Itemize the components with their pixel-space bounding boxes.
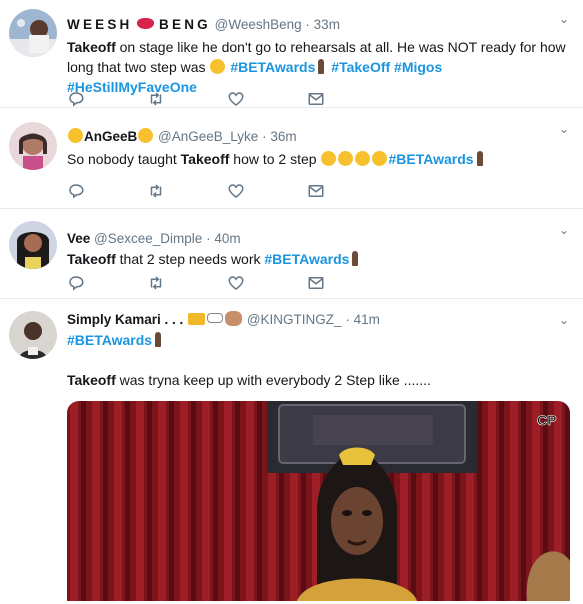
chevron-down-icon[interactable]: ⌄ — [559, 122, 569, 136]
like-button[interactable] — [227, 182, 307, 200]
tweet[interactable]: ⌄ Vee @Sexcee_Dimple · 40m Takeoff that … — [0, 209, 583, 299]
timestamp[interactable]: 36m — [270, 129, 296, 144]
tweet-text: Takeoff that 2 step needs work #BETAward… — [67, 249, 569, 269]
heart-icon — [228, 92, 244, 106]
heart-icon — [228, 184, 244, 198]
message-button[interactable] — [307, 90, 387, 108]
user-handle[interactable]: @Sexcee_Dimple — [94, 231, 202, 246]
hashtag-link[interactable]: #BETAwards — [230, 59, 315, 75]
tweet-text-body: So nobody taught — [67, 151, 181, 167]
display-name[interactable]: Simply Kamari . . . — [67, 312, 183, 327]
like-button[interactable] — [227, 90, 307, 108]
avatar[interactable] — [9, 311, 57, 359]
retweet-button[interactable] — [147, 182, 227, 200]
retweet-icon — [150, 184, 162, 198]
tweet-actions — [67, 273, 387, 293]
retweet-icon — [150, 92, 162, 106]
tweet-header: AnGeeB @AnGeeB_Lyke · 36m — [67, 108, 569, 146]
microphone-emoji-icon — [318, 59, 325, 74]
tweet-header: Simply Kamari . . . @KINGTINGZ_ · 41m — [67, 299, 569, 329]
tweet-text: So nobody taught Takeoff how to 2 step #… — [67, 149, 569, 169]
chevron-down-icon[interactable]: ⌄ — [559, 313, 569, 327]
envelope-icon — [308, 185, 324, 197]
user-handle[interactable]: @WeeshBeng — [215, 17, 302, 32]
chevron-down-icon[interactable]: ⌄ — [559, 223, 569, 237]
tweet-actions — [67, 181, 387, 201]
hashtag-link[interactable]: #BETAwards — [388, 151, 473, 167]
tweet[interactable]: ⌄ AnGeeB @AnGeeB_Lyke · 36m So nobody ta… — [0, 108, 583, 209]
message-button[interactable] — [307, 274, 387, 292]
envelope-icon — [308, 277, 324, 289]
tweet-media-image[interactable]: CP — [67, 401, 570, 601]
keyword: Takeoff — [180, 151, 230, 167]
media-watermark: CP — [537, 412, 556, 428]
reply-icon — [69, 276, 84, 291]
reply-button[interactable] — [67, 90, 147, 108]
microphone-emoji-icon — [476, 151, 483, 166]
weary-face-emoji-icon — [210, 59, 226, 74]
separator-dot: · — [305, 17, 310, 32]
kissing-face-emoji-icon — [138, 128, 154, 143]
message-button[interactable] — [307, 182, 387, 200]
timestamp[interactable]: 40m — [214, 231, 240, 246]
avatar[interactable] — [9, 221, 57, 269]
display-name-suffix[interactable]: BENG — [159, 17, 211, 32]
hashtag-link[interactable]: #BETAwards — [67, 332, 152, 348]
display-name[interactable]: Vee — [67, 231, 90, 246]
retweet-button[interactable] — [147, 274, 227, 292]
separator-dot: · — [262, 129, 267, 144]
reply-button[interactable] — [67, 182, 147, 200]
reply-button[interactable] — [67, 274, 147, 292]
separator-dot: · — [206, 231, 211, 246]
keyword: Takeoff — [67, 372, 116, 388]
tweet-header: WEESH BENG @WeeshBeng · 33m — [67, 0, 569, 34]
tweet-text: #BETAwards — [67, 330, 569, 350]
laughing-face-emoji-icon — [372, 151, 388, 166]
chevron-down-icon[interactable]: ⌄ — [559, 12, 569, 26]
reply-icon — [69, 184, 84, 199]
envelope-icon — [308, 93, 324, 105]
crown-emoji-icon — [188, 313, 206, 325]
retweet-icon — [150, 276, 162, 290]
eyes-emoji-icon — [207, 313, 224, 323]
keyword: Takeoff — [67, 251, 116, 267]
lips-emoji-icon — [137, 18, 155, 29]
user-handle[interactable]: @AnGeeB_Lyke — [158, 129, 258, 144]
hashtag-link[interactable]: #Migos — [394, 59, 442, 75]
tweet-text-body: how to 2 step — [229, 151, 321, 167]
display-name[interactable]: WEESH — [67, 17, 133, 32]
laughing-face-emoji-icon — [338, 151, 354, 166]
timestamp[interactable]: 41m — [354, 312, 380, 327]
keyword: Takeoff — [67, 39, 116, 55]
microphone-emoji-icon — [155, 332, 162, 347]
tweet-text-body: on stage like he don't go to rehearsals … — [67, 39, 566, 75]
clapping-hands-emoji-icon — [225, 311, 243, 326]
tweet-text-body: was tryna keep up with everybody 2 Step … — [115, 372, 431, 388]
tweet-media-picture: CP — [67, 401, 570, 601]
hashtag-link[interactable]: #TakeOff — [331, 59, 390, 75]
kissing-face-emoji-icon — [68, 128, 83, 143]
like-button[interactable] — [227, 274, 307, 292]
timestamp[interactable]: 33m — [314, 17, 340, 32]
heart-icon — [228, 276, 244, 290]
tweet-header: Vee @Sexcee_Dimple · 40m — [67, 209, 569, 248]
retweet-button[interactable] — [147, 90, 227, 108]
laughing-face-emoji-icon — [355, 151, 371, 166]
hashtag-link[interactable]: #BETAwards — [264, 251, 349, 267]
separator-dot: · — [345, 312, 350, 327]
avatar[interactable] — [9, 122, 57, 170]
microphone-emoji-icon — [352, 251, 359, 266]
display-name[interactable]: AnGeeB — [84, 129, 137, 144]
tweet[interactable]: ⌄ WEESH BENG @WeeshBeng · 33m Takeoff on… — [0, 0, 583, 108]
tweet-actions — [67, 89, 387, 109]
reply-icon — [69, 92, 84, 107]
user-handle[interactable]: @KINGTINGZ_ — [247, 312, 342, 327]
tweet-text: Takeoff on stage like he don't go to reh… — [67, 37, 569, 97]
laughing-face-emoji-icon — [321, 151, 337, 166]
avatar[interactable] — [9, 9, 57, 57]
tweet-text: Takeoff was tryna keep up with everybody… — [67, 370, 569, 390]
tweet-text-body: that 2 step needs work — [115, 251, 265, 267]
